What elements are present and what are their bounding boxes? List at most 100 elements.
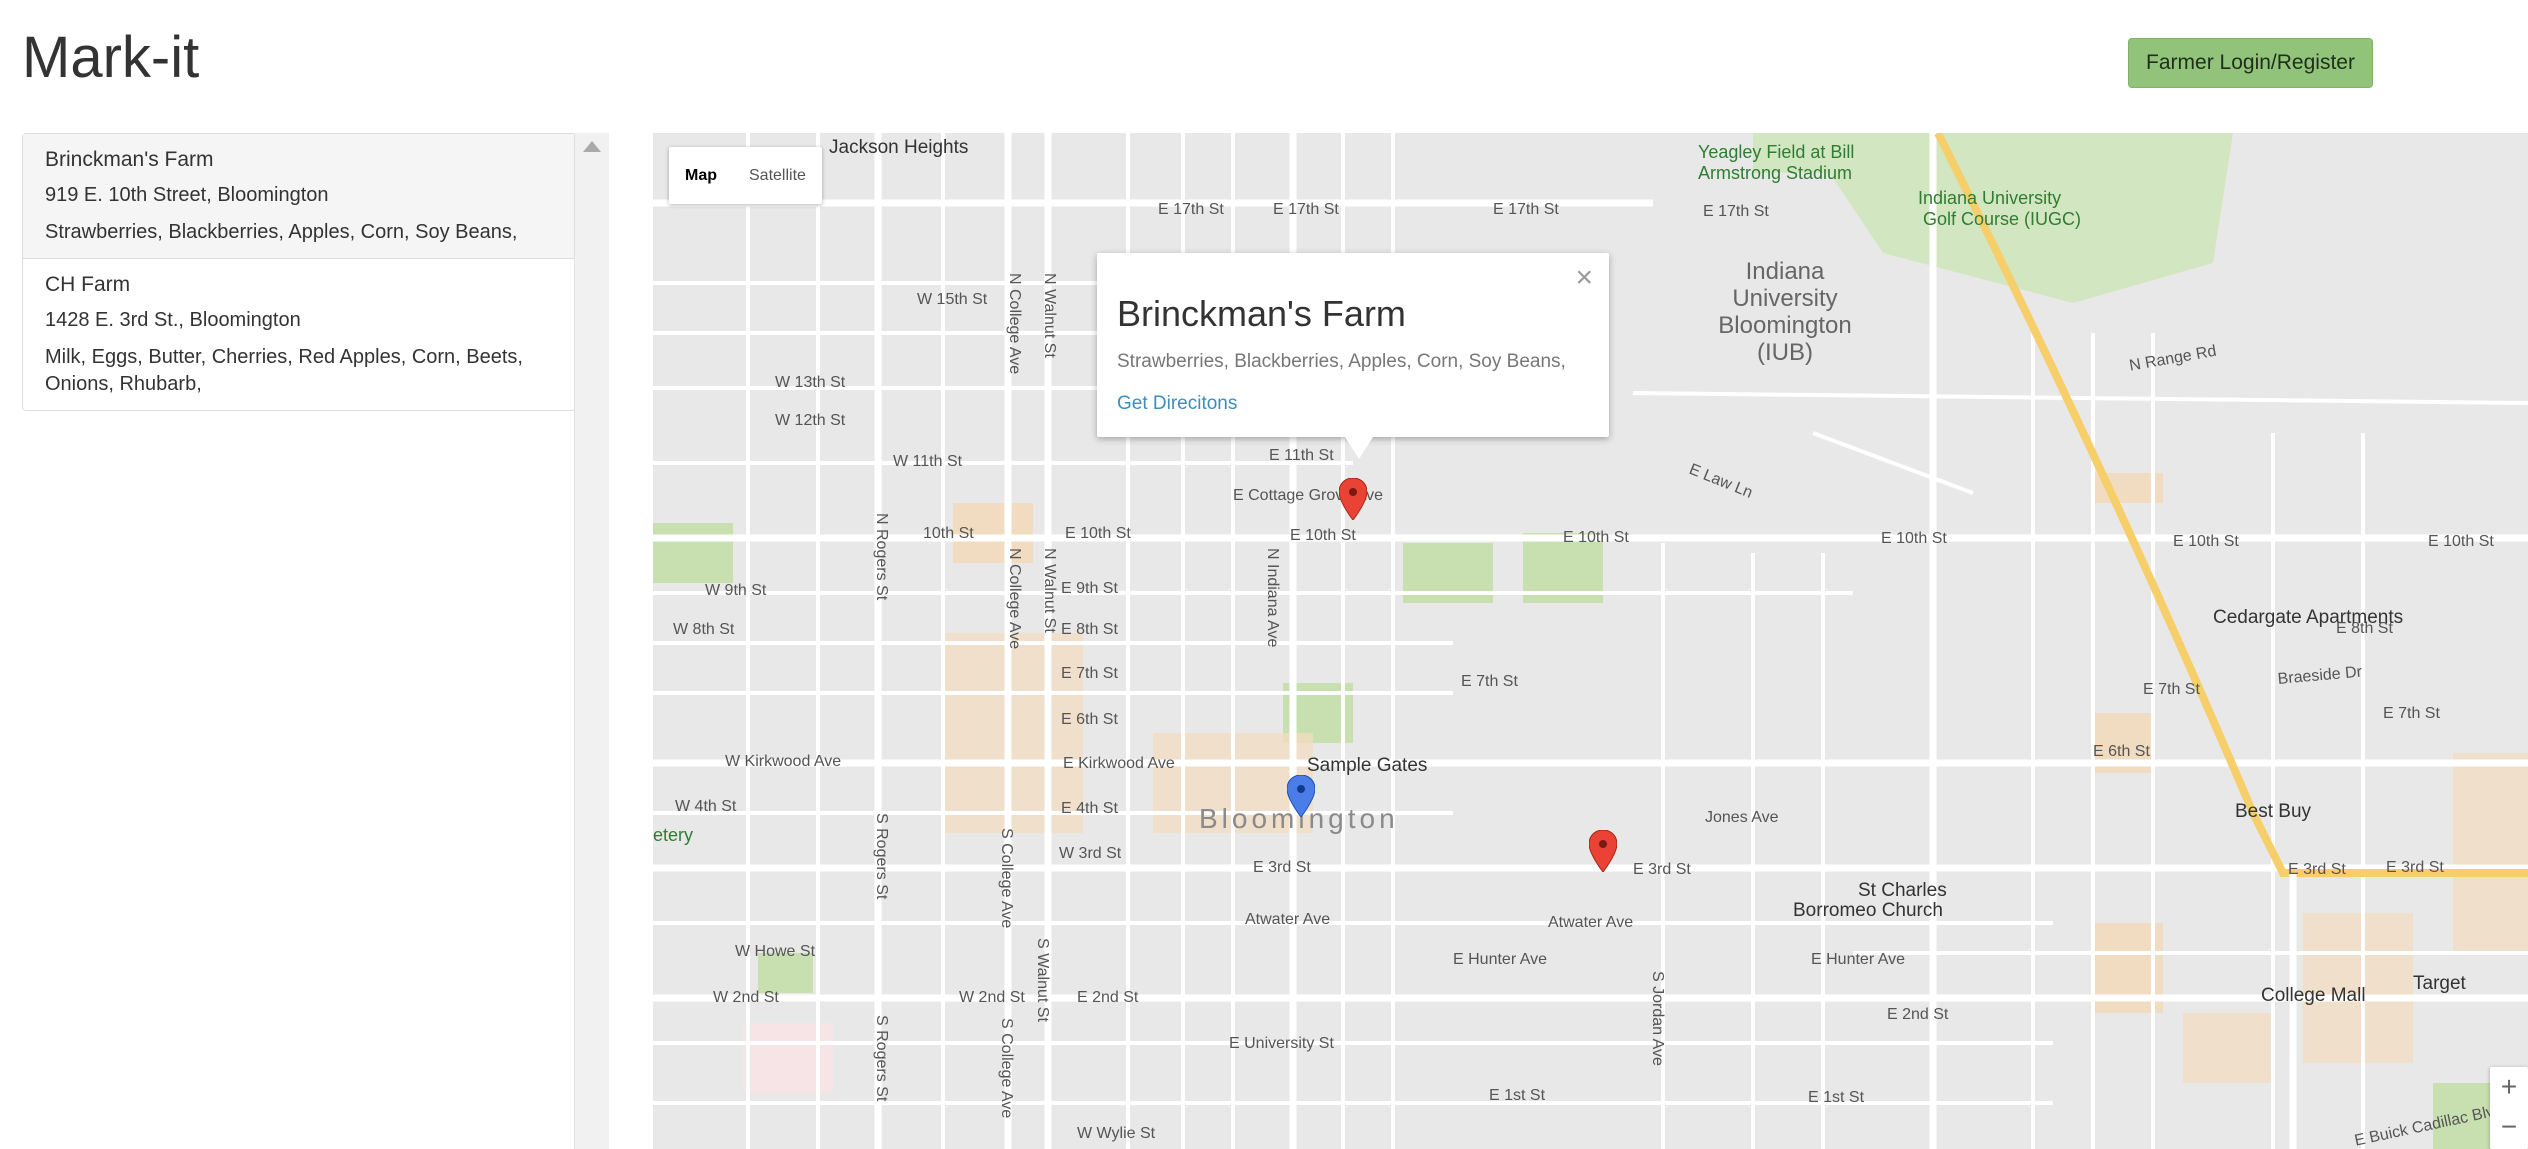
- farm-address: 919 E. 10th Street, Bloomington: [45, 184, 329, 206]
- street-label: W 2nd St: [713, 989, 779, 1006]
- street-label: E 3rd St: [2386, 859, 2444, 876]
- street-label: W 3rd St: [1059, 845, 1122, 862]
- farm-products: Strawberries, Blackberries, Apples, Corn…: [45, 221, 518, 243]
- place-label: University: [1732, 285, 1838, 312]
- street-label: W 12th St: [775, 412, 846, 429]
- farm-list-item[interactable]: CH Farm 1428 E. 3rd St., Bloomington Mil…: [23, 259, 575, 410]
- farm-address: 1428 E. 3rd St., Bloomington: [45, 309, 301, 331]
- street-label: E 8th St: [1061, 621, 1118, 638]
- place-label: Yeagley Field at Bill: [1698, 142, 1855, 162]
- street-label: Jones Ave: [1705, 809, 1779, 826]
- street-label: S Rogers St: [873, 1015, 890, 1102]
- street-label: E 3rd St: [1633, 861, 1691, 878]
- farm-list-item[interactable]: Brinckman's Farm 919 E. 10th Street, Blo…: [23, 134, 575, 259]
- app-title: Mark-it: [22, 25, 200, 90]
- place-label: Bloomington: [1718, 312, 1852, 339]
- farmer-login-button[interactable]: Farmer Login/Register: [2128, 38, 2373, 88]
- street-label: E 10th St: [1065, 525, 1131, 542]
- map[interactable]: Jackson Heights Yeagley Field at Bill Ar…: [653, 133, 2528, 1149]
- street-label: E 4th St: [1061, 800, 1118, 817]
- street-label: E 2nd St: [1077, 989, 1139, 1006]
- street-label: E 7th St: [2143, 681, 2200, 698]
- street-label: E 6th St: [2093, 743, 2150, 760]
- street-label: 10th St: [923, 525, 974, 542]
- street-label: E Hunter Ave: [1811, 951, 1905, 968]
- street-label: E 7th St: [1461, 673, 1518, 690]
- map-marker-red-icon[interactable]: [1339, 478, 1367, 520]
- street-label: E 8th St: [2336, 620, 2393, 637]
- street-label: N Walnut St: [1041, 548, 1058, 633]
- street-label: E 9th St: [1061, 580, 1118, 597]
- farm-list: Brinckman's Farm 919 E. 10th Street, Blo…: [22, 133, 576, 411]
- street-label: W Kirkwood Ave: [725, 753, 842, 770]
- street-label: Atwater Ave: [1245, 911, 1331, 928]
- info-window-title: Brinckman's Farm: [1117, 293, 1406, 334]
- street-label: E 17th St: [1493, 201, 1559, 218]
- street-label: E 6th St: [1061, 711, 1118, 728]
- zoom-out-button[interactable]: −: [2490, 1107, 2528, 1147]
- street-label: W 4th St: [675, 798, 737, 815]
- street-label: E 3rd St: [2288, 861, 2346, 878]
- street-label: E 11th St: [1269, 447, 1334, 464]
- street-label: N College Ave: [1006, 273, 1023, 375]
- place-label: Jackson Heights: [829, 137, 969, 158]
- street-label: E 2nd St: [1887, 1006, 1949, 1023]
- street-label: E University St: [1229, 1035, 1334, 1052]
- street-label: N Rogers St: [873, 513, 890, 601]
- place-label: St Charles: [1858, 880, 1947, 901]
- farm-name: Brinckman's Farm: [45, 148, 214, 171]
- street-label: S Rogers St: [873, 813, 890, 900]
- street-label: S College Ave: [998, 828, 1015, 929]
- street-label: S Jordan Ave: [1649, 971, 1666, 1066]
- map-type-control: Map Satellite: [669, 147, 822, 204]
- street-label: N Walnut St: [1041, 273, 1058, 358]
- info-window-tail: [1345, 437, 1373, 459]
- street-label: E 17th St: [1158, 201, 1224, 218]
- map-type-map-button[interactable]: Map: [669, 147, 733, 204]
- place-label: (IUB): [1757, 339, 1813, 366]
- street-label: E Hunter Ave: [1453, 951, 1547, 968]
- street-label: E 7th St: [2383, 705, 2440, 722]
- place-label: Borromeo Church: [1793, 900, 1943, 921]
- farm-name: CH Farm: [45, 273, 131, 296]
- place-label: etery: [653, 825, 694, 845]
- street-label: S College Ave: [998, 1018, 1015, 1119]
- farm-products: Milk, Eggs, Butter, Cherries, Red Apples…: [45, 346, 523, 395]
- street-label: N College Ave: [1006, 548, 1023, 650]
- map-marker-blue-icon[interactable]: [1287, 775, 1315, 817]
- place-label: Sample Gates: [1307, 755, 1428, 776]
- street-label: W 8th St: [673, 621, 735, 638]
- info-window: × Brinckman's Farm Strawberries, Blackbe…: [1097, 253, 1609, 437]
- street-label: E 1st St: [1489, 1087, 1546, 1104]
- street-label: E 7th St: [1061, 665, 1118, 682]
- scroll-up-arrow-icon[interactable]: [583, 141, 601, 152]
- street-label: E 10th St: [2173, 533, 2239, 550]
- place-label: Indiana University: [1918, 188, 2062, 208]
- place-label: Golf Course (IUGC): [1923, 209, 2082, 229]
- street-label: E 10th St: [1881, 530, 1947, 547]
- street-label: E 1st St: [1808, 1089, 1865, 1106]
- farm-list-scrollbar[interactable]: [574, 133, 609, 1149]
- map-type-satellite-button[interactable]: Satellite: [733, 147, 822, 204]
- street-label: W 11th St: [893, 453, 963, 470]
- street-label: E 3rd St: [1253, 859, 1311, 876]
- info-window-products: Strawberries, Blackberries, Apples, Corn…: [1117, 351, 1566, 372]
- place-label: Indiana: [1745, 258, 1825, 285]
- place-label: Armstrong Stadium: [1698, 163, 1853, 183]
- street-label: E 10th St: [2428, 533, 2494, 550]
- get-directions-link[interactable]: Get Direcitons: [1117, 393, 1237, 415]
- close-icon[interactable]: ×: [1575, 261, 1593, 295]
- place-label: Target: [2413, 973, 2466, 994]
- street-label: E 10th St: [1563, 529, 1629, 546]
- street-label: E 10th St: [1290, 527, 1356, 544]
- street-label: N Indiana Ave: [1264, 548, 1281, 648]
- street-label: E 17th St: [1273, 201, 1339, 218]
- map-marker-red-icon[interactable]: [1589, 830, 1617, 872]
- street-label: W 13th St: [775, 374, 846, 391]
- zoom-in-button[interactable]: +: [2490, 1067, 2528, 1107]
- street-label: Atwater Ave: [1548, 914, 1634, 931]
- place-label: Best Buy: [2235, 801, 2312, 822]
- street-label: E 17th St: [1703, 203, 1769, 220]
- place-label: College Mall: [2261, 985, 2366, 1006]
- street-label: E Kirkwood Ave: [1063, 755, 1175, 772]
